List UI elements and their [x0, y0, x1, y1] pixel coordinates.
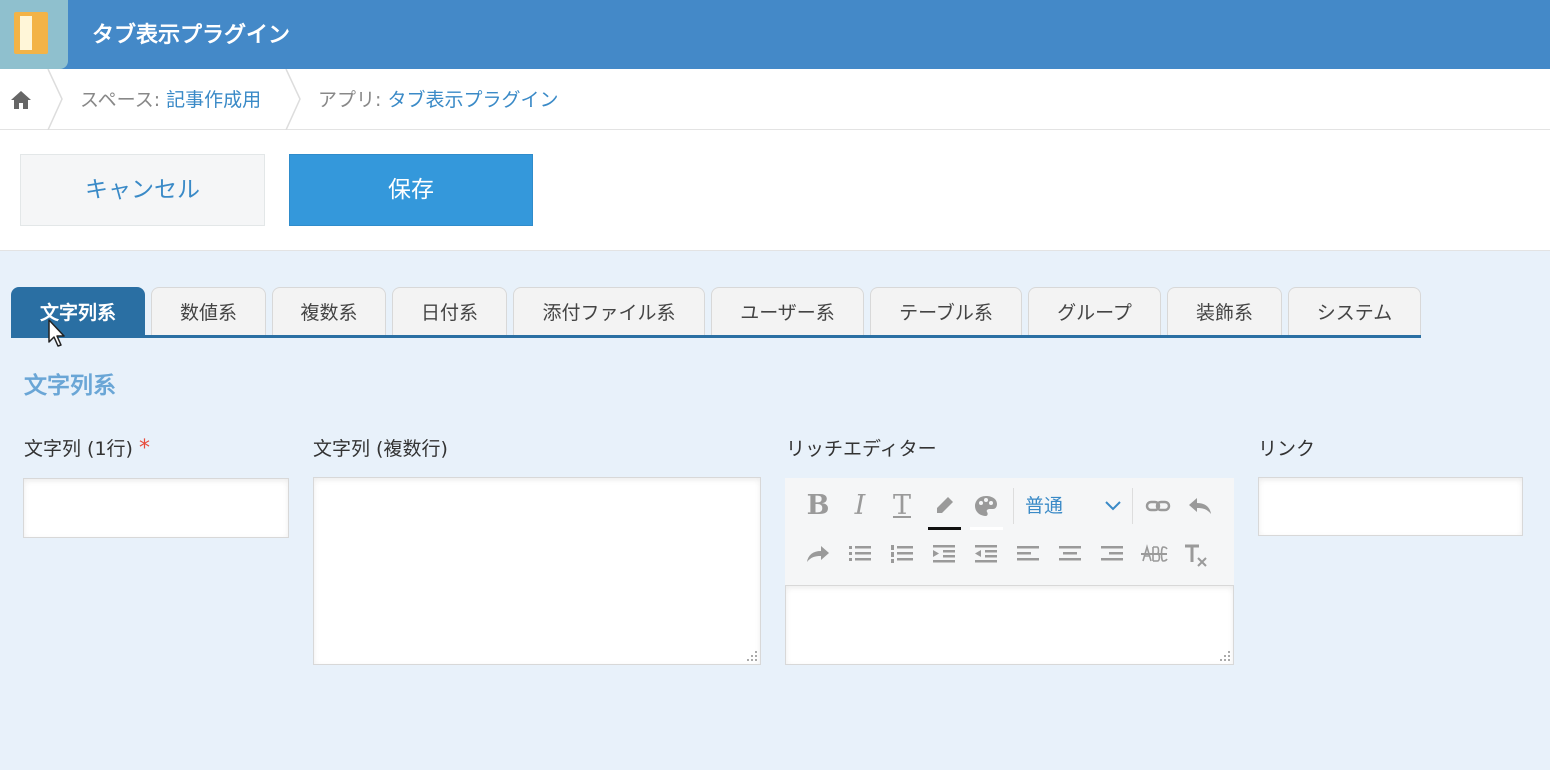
tab-user[interactable]: ユーザー系: [711, 287, 864, 335]
rich-text-editor: B I T 普通: [785, 478, 1234, 665]
link-label: リンク: [1258, 438, 1316, 460]
save-button[interactable]: 保存: [289, 154, 533, 226]
app-header: タブ表示プラグイン: [0, 0, 1550, 69]
undo-icon[interactable]: [1183, 489, 1217, 523]
align-center-icon[interactable]: [1053, 537, 1087, 571]
rich-editor-label: リッチエディター: [786, 438, 937, 460]
tab-decoration[interactable]: 装飾系: [1167, 287, 1282, 335]
resize-grip-icon[interactable]: [746, 650, 758, 662]
tab-group[interactable]: グループ: [1028, 287, 1161, 335]
tab-string[interactable]: 文字列系: [11, 287, 145, 335]
outdent-icon[interactable]: [969, 537, 1003, 571]
font-size-select[interactable]: 普通: [1025, 489, 1129, 523]
background-color-icon[interactable]: [969, 489, 1003, 530]
breadcrumb-app: アプリ: タブ表示プラグイン: [318, 85, 558, 112]
link-input[interactable]: [1258, 477, 1523, 536]
tab-bar: 文字列系 数値系 複数系 日付系 添付ファイル系 ユーザー系 テーブル系 グルー…: [11, 287, 1421, 338]
link-icon[interactable]: [1141, 489, 1175, 523]
editor-toolbar: B I T 普通: [785, 478, 1234, 585]
font-color-icon[interactable]: [927, 489, 961, 530]
tab-date[interactable]: 日付系: [392, 287, 507, 335]
align-right-icon[interactable]: [1095, 537, 1129, 571]
tab-table[interactable]: テーブル系: [870, 287, 1022, 335]
italic-icon[interactable]: I: [843, 489, 877, 523]
home-icon[interactable]: [8, 87, 34, 113]
app-title: タブ表示プラグイン: [92, 23, 291, 48]
tab-number[interactable]: 数値系: [151, 287, 266, 335]
mouse-cursor-icon: [48, 319, 65, 347]
action-bar: キャンセル 保存: [0, 130, 1550, 251]
breadcrumb-space: スペース: 記事作成用: [80, 85, 261, 112]
breadcrumb-app-link[interactable]: タブ表示プラグイン: [387, 89, 558, 111]
align-left-icon[interactable]: [1011, 537, 1045, 571]
bold-icon[interactable]: B: [801, 489, 835, 523]
breadcrumb-separator: [285, 69, 301, 130]
rich-editor-content[interactable]: [785, 585, 1234, 665]
clear-format-icon[interactable]: [1179, 537, 1213, 571]
section-title: 文字列系: [24, 373, 116, 399]
app-icon[interactable]: [0, 0, 68, 69]
strikethrough-icon[interactable]: [1137, 537, 1171, 571]
single-line-label: 文字列 (1行) *: [24, 434, 150, 461]
breadcrumb-separator: [47, 69, 63, 130]
chevron-down-icon: [1105, 501, 1121, 511]
breadcrumb-space-link[interactable]: 記事作成用: [166, 89, 261, 111]
multi-line-label: 文字列 (複数行): [313, 438, 448, 460]
single-line-input[interactable]: [23, 478, 289, 538]
redo-icon[interactable]: [801, 537, 835, 571]
tab-multiple[interactable]: 複数系: [272, 287, 386, 335]
single-line-label-text: 文字列 (1行): [24, 438, 133, 460]
required-mark: *: [138, 436, 150, 461]
multi-line-textarea[interactable]: [313, 477, 761, 665]
font-size-value: 普通: [1025, 495, 1064, 517]
toolbar-separator: [1132, 488, 1133, 524]
tab-attachment[interactable]: 添付ファイル系: [513, 287, 705, 335]
indent-icon[interactable]: [927, 537, 961, 571]
breadcrumb-space-prefix: スペース:: [80, 89, 167, 111]
breadcrumb-app-prefix: アプリ:: [318, 89, 388, 111]
bulleted-list-icon[interactable]: [843, 537, 877, 571]
resize-grip-icon[interactable]: [1219, 650, 1231, 662]
text-size-icon[interactable]: T: [885, 489, 919, 523]
tab-system[interactable]: システム: [1288, 287, 1421, 335]
toolbar-separator: [1013, 488, 1014, 524]
breadcrumb: スペース: 記事作成用 アプリ: タブ表示プラグイン: [0, 69, 1550, 130]
numbered-list-icon[interactable]: [885, 537, 919, 571]
cancel-button[interactable]: キャンセル: [20, 154, 265, 226]
